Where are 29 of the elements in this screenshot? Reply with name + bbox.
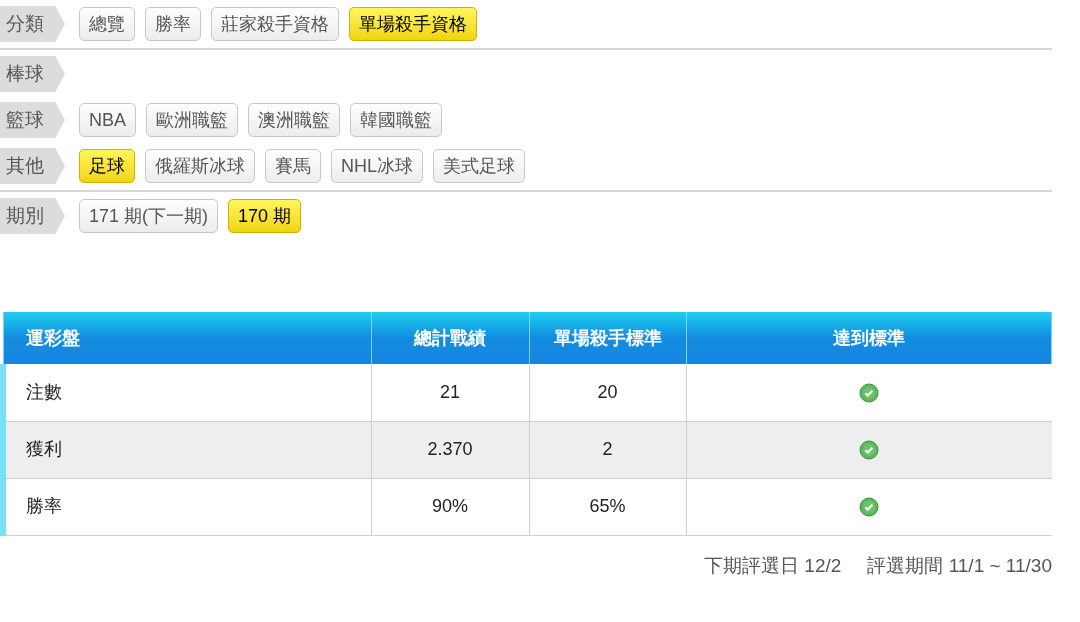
filter-tag[interactable]: 總覽 [79,7,135,41]
filter-tag[interactable]: NHL冰球 [331,149,423,183]
category-label: 棒球 [0,56,65,92]
table-cell: 勝率 [3,478,371,535]
filter-tag[interactable]: 美式足球 [433,149,525,183]
filter-tag[interactable]: 足球 [79,149,135,183]
table-cell: 2.370 [371,421,529,478]
filter-tag[interactable]: 單場殺手資格 [349,7,477,41]
table-cell: 21 [371,364,529,421]
filter-tag[interactable]: 韓國職籃 [350,103,442,137]
filter-tag[interactable]: 賽馬 [265,149,321,183]
category-label: 籃球 [0,102,65,138]
table-cell: 20 [529,364,686,421]
filter-tag[interactable]: 勝率 [145,7,201,41]
filter-tag[interactable]: 歐洲職籃 [146,103,238,137]
filter-tag[interactable]: 俄羅斯冰球 [145,149,255,183]
category-label: 其他 [0,148,65,184]
filter-tag[interactable]: 171 期(下一期) [79,199,219,233]
filter-tag[interactable]: 莊家殺手資格 [211,7,339,41]
category-label: 期別 [0,198,65,234]
table-cell: 65% [529,478,686,535]
filter-tag[interactable]: 170 期 [228,199,302,233]
table-cell: 2 [529,421,686,478]
category-label: 分類 [0,6,65,42]
selection-period: 評選期間 11/1 ~ 11/30 [867,553,1052,578]
table-cell: 90% [371,478,529,535]
filter-tag[interactable]: NBA [79,103,136,137]
next-selection-date: 下期評選日 12/2 [704,553,842,578]
filter-tag[interactable]: 澳洲職籃 [248,103,340,137]
